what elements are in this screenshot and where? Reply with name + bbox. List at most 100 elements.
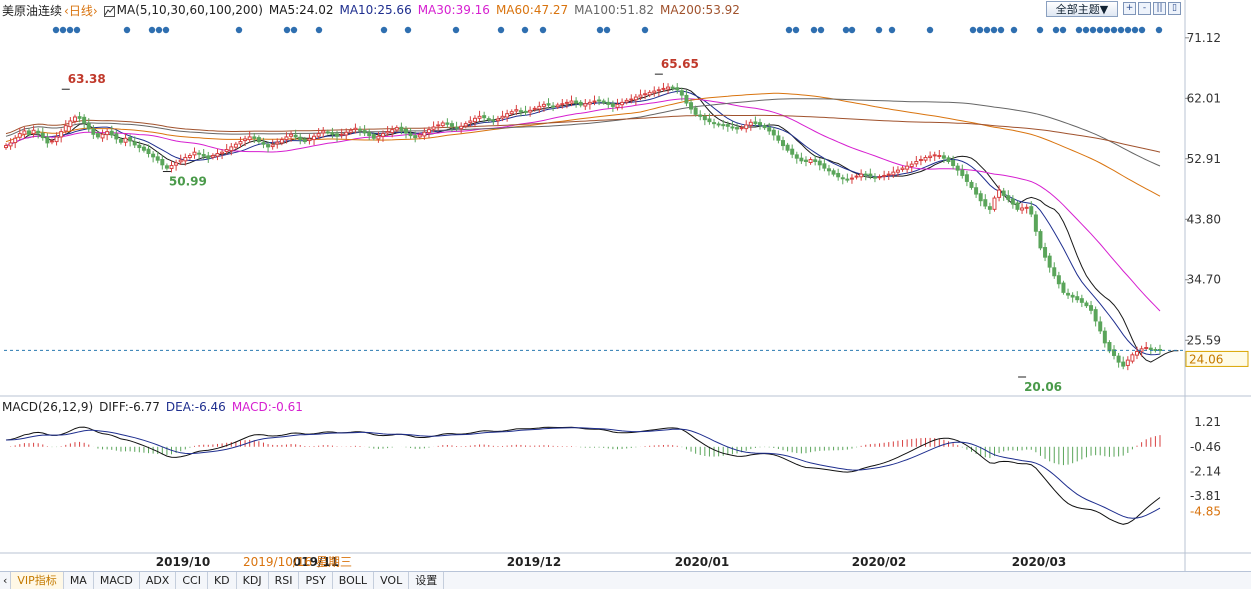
macd-diff-line	[5, 426, 1161, 525]
candle-body	[1135, 350, 1140, 356]
tab-psy[interactable]: PSY	[299, 572, 333, 589]
macd-tick-label-0: 1.21	[1194, 415, 1221, 429]
candle-body	[22, 130, 27, 135]
tab-ma[interactable]: MA	[64, 572, 94, 589]
tab-scroll-left[interactable]: ‹	[0, 572, 12, 589]
candle-body	[59, 131, 64, 138]
candle-body	[698, 114, 703, 117]
tab-vol[interactable]: VOL	[374, 572, 410, 589]
candle-body	[739, 127, 744, 130]
candle-body	[233, 143, 238, 148]
candle-body	[983, 199, 988, 207]
tab-adx[interactable]: ADX	[140, 572, 177, 589]
candle-body	[702, 115, 707, 121]
candle-body	[1084, 302, 1089, 307]
candle-body	[794, 154, 799, 159]
signal-dot	[1096, 26, 1104, 34]
candle-body	[26, 130, 31, 135]
candle-body	[960, 169, 965, 176]
candle-body	[872, 176, 877, 179]
candle-body	[40, 132, 45, 139]
candle-body	[735, 127, 740, 130]
candle-body	[169, 164, 174, 169]
tab-boll[interactable]: BOLL	[333, 572, 375, 589]
candle-body	[105, 131, 110, 136]
candle-body	[339, 133, 344, 136]
candle-body	[620, 101, 625, 106]
candle-body	[256, 137, 261, 143]
signal-dot	[1117, 26, 1125, 34]
price-tick-label-5: 25.59	[1187, 333, 1221, 347]
tab-vip-indicator[interactable]: VIP指标	[11, 572, 64, 589]
signal-dot	[1155, 26, 1163, 34]
signal-dot	[1082, 26, 1090, 34]
extreme-label-0: 63.38	[68, 72, 106, 86]
candle-body	[390, 129, 395, 134]
candle-body	[426, 129, 431, 134]
candle-body	[914, 161, 919, 165]
signal-dot	[792, 26, 800, 34]
tab-settings[interactable]: 设置	[409, 572, 445, 589]
candle-body	[615, 103, 620, 108]
candle-body	[951, 160, 956, 166]
chart-canvas[interactable]: 71.12 62.01 52.91 43.80 34.70 25.59 1.21 -0.46 -…	[0, 0, 1251, 571]
candle-body	[546, 103, 551, 106]
tab-cci[interactable]: CCI	[176, 572, 208, 589]
candle-body	[1089, 305, 1094, 311]
candle-body	[307, 138, 312, 142]
signal-dot	[283, 26, 291, 34]
cursor-date-label: 2019/10/16 星期三	[243, 555, 352, 569]
x-axis-label-4: 2020/02	[852, 555, 906, 569]
stock-chart-app: 美原油连续 ‹日线› MA(5,10,30,60,100,200) MA5:24…	[0, 0, 1251, 589]
candle-body	[679, 90, 684, 96]
candle-body	[923, 157, 928, 161]
candle-body	[693, 107, 698, 115]
candle-body	[187, 155, 192, 159]
signal-dot	[1075, 26, 1083, 34]
candle-body	[1047, 255, 1052, 268]
candle-body	[528, 109, 533, 113]
tab-rsi[interactable]: RSI	[269, 572, 300, 589]
signal-dot	[785, 26, 793, 34]
candle-body	[491, 119, 496, 122]
signal-dot	[380, 26, 388, 34]
candle-body	[371, 134, 376, 139]
candle-body	[270, 144, 275, 148]
candle-body	[344, 131, 349, 136]
x-axis-label-0: 2019/10	[156, 555, 210, 569]
candle-body	[1107, 342, 1112, 352]
signal-dot	[875, 26, 883, 34]
candle-body	[776, 135, 781, 141]
candle-body	[118, 139, 123, 143]
candle-body	[601, 100, 606, 103]
candle-body	[13, 137, 18, 144]
signal-dot	[404, 26, 412, 34]
candle-body	[670, 86, 675, 89]
candle-body	[114, 133, 119, 140]
signal-dot	[73, 26, 81, 34]
indicator-tab-bar: ‹ VIP指标 MA MACD ADX CCI KD KDJ RSI PSY B…	[0, 571, 1251, 589]
signal-dot	[66, 26, 74, 34]
candle-body	[316, 133, 321, 137]
candle-body	[1038, 231, 1043, 249]
macd-tick-label-2: -2.14	[1190, 465, 1221, 479]
candle-body	[1144, 347, 1149, 349]
candle-body	[790, 148, 795, 155]
candle-body	[1029, 206, 1034, 215]
candle-body	[422, 131, 427, 137]
candle-body	[868, 173, 873, 177]
candle-body	[137, 144, 142, 149]
signal-dot	[1059, 26, 1067, 34]
candle-body	[803, 159, 808, 163]
candle-body	[762, 125, 767, 129]
tab-macd[interactable]: MACD	[94, 572, 140, 589]
tab-kd[interactable]: KD	[208, 572, 237, 589]
candle-body	[500, 115, 505, 119]
candle-body	[891, 171, 896, 176]
tab-kdj[interactable]: KDJ	[237, 572, 269, 589]
candle-body	[666, 86, 671, 90]
candle-body	[247, 136, 252, 141]
candle-body	[141, 146, 146, 151]
candle-body	[569, 100, 574, 104]
candle-body	[638, 94, 643, 98]
